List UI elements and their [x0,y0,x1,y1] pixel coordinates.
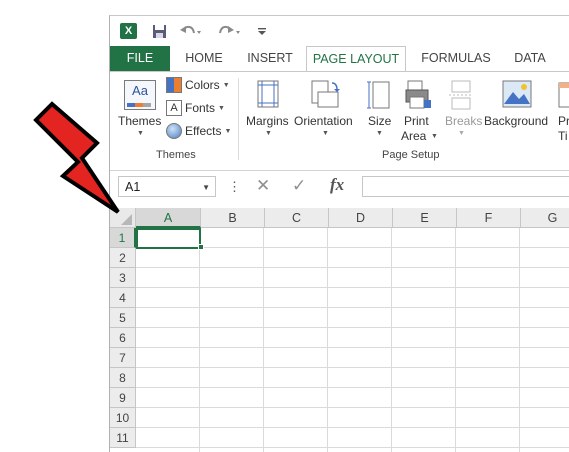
row-header-1[interactable]: 1 [110,228,136,248]
cell-area[interactable] [136,228,569,452]
print-area-label: Print [404,114,429,128]
more-options-icon[interactable]: ⋮ [228,179,241,195]
tab-data[interactable]: DATA [508,46,552,71]
row-header-7[interactable]: 7 [110,348,136,368]
save-icon[interactable] [150,21,168,41]
print-area-icon [405,80,431,109]
colors-label: Colors [185,78,220,92]
cancel-icon[interactable]: ✕ [256,176,270,196]
excel-window: X FILE HOME INSERT PAGE LAYOUT FORMULAS … [109,15,569,452]
tab-home[interactable]: HOME [180,46,228,71]
chevron-down-icon: ▼ [265,130,272,137]
column-header-d[interactable]: D [329,208,393,228]
redo-icon[interactable] [218,21,242,41]
name-box-value: A1 [125,180,141,194]
row-header-6[interactable]: 6 [110,328,136,348]
chevron-down-icon: ▼ [458,130,465,137]
colors-button[interactable]: Colors ▼ [166,76,230,94]
margins-icon [257,80,279,108]
column-header-g[interactable]: G [521,208,569,228]
fonts-button[interactable]: A Fonts ▼ [166,99,225,117]
themes-label: Themes [118,114,162,128]
effects-icon [166,123,182,139]
row-header-5[interactable]: 5 [110,308,136,328]
chevron-down-icon: ▼ [322,130,329,137]
size-icon [367,81,390,109]
background-button[interactable]: Background [484,76,548,146]
print-titles-icon [558,82,569,108]
column-header-f[interactable]: F [457,208,521,228]
chevron-down-icon: ▼ [376,130,383,137]
fonts-icon: A [166,100,182,116]
themes-group-label: Themes [156,149,196,161]
chevron-down-icon: ▼ [222,81,230,89]
tab-formulas[interactable]: FORMULAS [418,46,494,71]
group-divider [238,78,239,160]
orientation-label: Orientation [294,114,353,128]
themes-icon-text: Aa [132,83,148,98]
row-header-2[interactable]: 2 [110,248,136,268]
background-icon [502,80,532,108]
insert-function-icon[interactable]: fx [330,175,344,195]
themes-button[interactable]: Aa Themes ▼ [116,76,164,144]
tab-file[interactable]: FILE [110,46,170,71]
chevron-down-icon: ▼ [137,130,144,137]
select-all-button[interactable] [110,208,136,228]
fonts-label: Fonts [185,101,216,115]
chevron-down-icon: ▼ [224,127,232,135]
name-box[interactable]: A1 ▼ [118,176,216,197]
active-cell[interactable] [136,228,201,249]
row-header-10[interactable]: 10 [110,408,136,428]
formula-bar: A1 ▼ ⋮ ✕ ✓ fx [110,171,569,205]
column-header-b[interactable]: B [201,208,265,228]
formula-input[interactable] [362,176,569,197]
breaks-icon [449,80,473,110]
excel-logo-icon: X [120,23,137,39]
print-titles-button[interactable]: Pr Ti [554,76,569,146]
enter-icon[interactable]: ✓ [292,176,306,196]
ribbon-tabs: FILE HOME INSERT PAGE LAYOUT FORMULAS DA… [110,46,569,72]
fill-handle[interactable] [198,244,204,250]
themes-icon: Aa [124,80,156,110]
margins-label: Margins [246,114,289,128]
chevron-down-icon: ▼ [202,183,210,192]
breaks-label: Breaks [445,114,483,128]
chevron-down-icon: ▼ [431,133,438,140]
column-header-c[interactable]: C [265,208,329,228]
quick-access-toolbar: X [110,16,569,46]
effects-button[interactable]: Effects ▼ [166,122,231,140]
colors-icon [166,77,182,93]
page-setup-group-label: Page Setup [382,149,440,161]
ribbon: Aa Themes ▼ Colors ▼ A Fonts ▼ Effects ▼… [110,71,569,171]
customize-qat-icon[interactable] [256,21,268,41]
print-titles-label-2: Ti [558,129,568,143]
column-header-a[interactable]: A [136,208,201,228]
row-header-9[interactable]: 9 [110,388,136,408]
orientation-button[interactable]: Orientation ▼ [292,76,356,146]
print-titles-label: Pr [558,114,569,128]
row-header-8[interactable]: 8 [110,368,136,388]
size-label: Size [368,114,392,128]
orientation-icon [311,80,340,108]
print-area-label-2: Area [401,129,427,143]
margins-button[interactable]: Margins ▼ [244,76,292,146]
undo-icon[interactable] [178,21,202,41]
effects-label: Effects [185,124,222,138]
background-label: Background [484,114,549,128]
row-header-11[interactable]: 11 [110,428,136,448]
print-area-button[interactable]: Print Area ▼ [398,76,438,146]
tab-insert[interactable]: INSERT [242,46,298,71]
tab-page-layout[interactable]: PAGE LAYOUT [306,46,406,72]
chevron-down-icon: ▼ [218,104,225,112]
row-header-4[interactable]: 4 [110,288,136,308]
column-header-e[interactable]: E [393,208,457,228]
breaks-button[interactable]: Breaks ▼ [442,76,483,146]
worksheet-grid: A B C D E F G 1 2 3 4 5 6 7 8 9 10 11 [110,208,569,452]
size-button[interactable]: Size ▼ [362,76,396,146]
row-header-3[interactable]: 3 [110,268,136,288]
